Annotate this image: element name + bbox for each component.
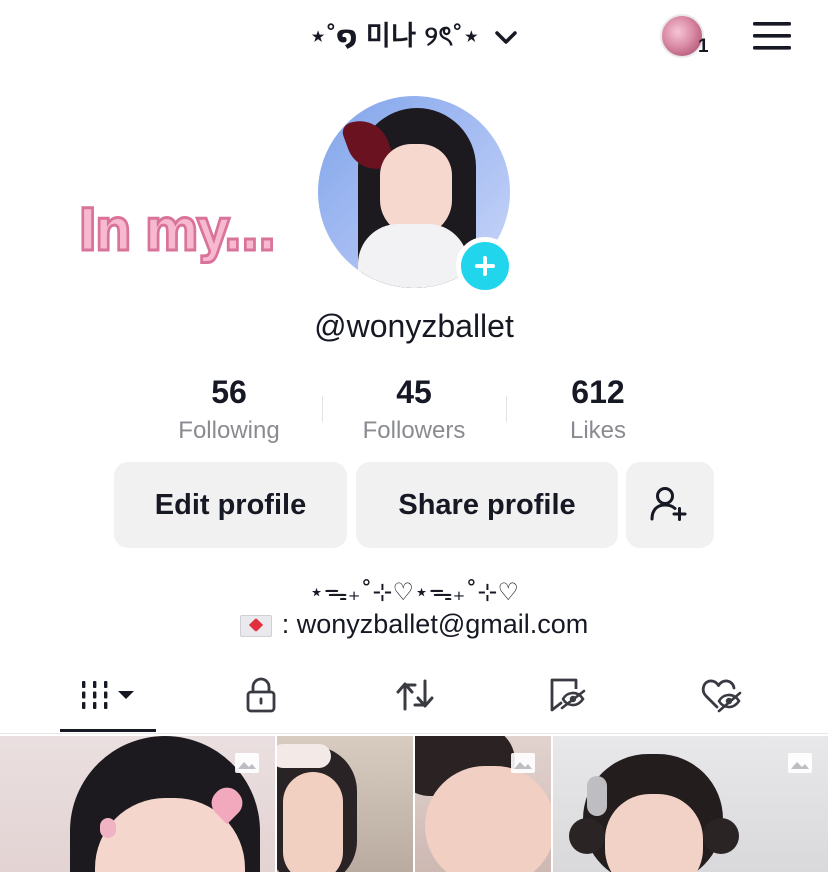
video-thumbnail[interactable] bbox=[277, 736, 413, 872]
video-thumbnail[interactable] bbox=[415, 736, 551, 872]
bio-email: : wonyzballet@gmail.com bbox=[0, 609, 828, 640]
top-bar: ⋆˚໑ 미나 ୨ৎ˚⋆ 1 bbox=[0, 0, 828, 72]
add-friend-icon bbox=[650, 487, 687, 521]
chevron-down-icon bbox=[494, 22, 518, 53]
tab-videos[interactable] bbox=[60, 660, 156, 730]
video-thumbnail[interactable] bbox=[0, 736, 275, 872]
story-count-badge: 1 bbox=[698, 36, 709, 57]
profile-handle: @wonyzballet bbox=[314, 308, 514, 344]
bio-decoration: ⋆ᯓ₊˚⊹♡⋆ᯓ₊˚⊹♡ bbox=[309, 578, 519, 606]
avatar-shirt bbox=[358, 224, 468, 288]
envelope-heart-icon bbox=[239, 614, 272, 637]
stat-value: 45 bbox=[396, 374, 432, 410]
stat-value: 56 bbox=[211, 374, 247, 410]
stat-label: Followers bbox=[362, 417, 466, 444]
stat-following[interactable]: 56 Following bbox=[137, 374, 321, 445]
plus-icon bbox=[475, 256, 495, 276]
avatar-face bbox=[380, 144, 452, 236]
stat-likes[interactable]: 612 Likes bbox=[506, 374, 690, 445]
video-grid bbox=[0, 736, 828, 872]
stat-value: 612 bbox=[571, 374, 625, 410]
bio-sticker: In my... bbox=[77, 195, 279, 266]
tab-private[interactable] bbox=[226, 660, 296, 730]
account-name: ⋆˚໑ 미나 ୨ৎ˚⋆ bbox=[309, 21, 481, 51]
add-story-button[interactable] bbox=[456, 237, 514, 295]
repost-icon bbox=[396, 679, 434, 711]
content-tabs bbox=[0, 660, 828, 734]
stat-followers[interactable]: 45 Followers bbox=[322, 374, 506, 445]
tab-reposts[interactable] bbox=[380, 660, 450, 730]
photo-icon bbox=[788, 753, 812, 773]
tab-favorites[interactable] bbox=[532, 660, 602, 730]
add-friend-button[interactable] bbox=[626, 462, 714, 548]
video-thumbnail[interactable] bbox=[553, 736, 828, 872]
stat-label: Likes bbox=[569, 417, 627, 444]
hamburger-menu-icon[interactable] bbox=[752, 20, 792, 52]
active-tab-indicator bbox=[60, 729, 156, 732]
profile-stats: 56 Following 45 Followers 612 Likes bbox=[0, 374, 828, 454]
share-profile-button[interactable]: Share profile bbox=[356, 462, 618, 548]
tab-liked[interactable] bbox=[686, 660, 756, 730]
lock-icon bbox=[246, 677, 276, 713]
grid-icon bbox=[82, 681, 134, 709]
photo-icon bbox=[235, 753, 259, 773]
tabs-divider bbox=[0, 733, 828, 734]
favorites-icon bbox=[550, 678, 586, 712]
bio-email-text: : wonyzballet@gmail.com bbox=[281, 609, 589, 639]
liked-icon bbox=[701, 679, 742, 713]
stat-label: Following bbox=[178, 417, 280, 444]
edit-profile-button[interactable]: Edit profile bbox=[114, 462, 347, 548]
photo-icon bbox=[511, 753, 535, 773]
